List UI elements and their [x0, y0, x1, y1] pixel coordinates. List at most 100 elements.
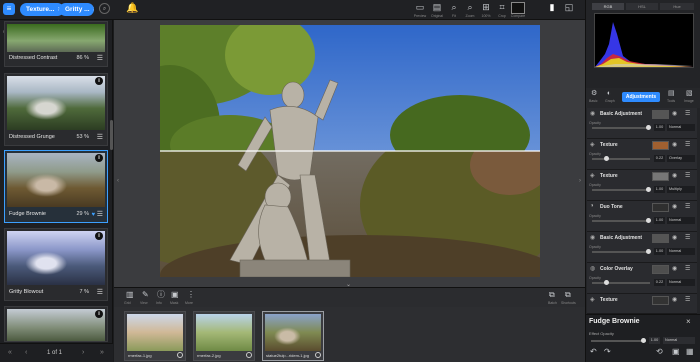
- filter-button[interactable]: ≡: [3, 3, 15, 15]
- opacity-value[interactable]: 1.00: [654, 124, 665, 131]
- layer-swatch[interactable]: [652, 296, 669, 305]
- shortcuts-icon[interactable]: ⧉: [565, 291, 571, 299]
- menu-icon[interactable]: ☰: [685, 265, 690, 272]
- filter-chip[interactable]: Gritty ...×: [59, 3, 94, 16]
- blend-mode-select[interactable]: Normal: [667, 248, 695, 255]
- layer-item[interactable]: ◈ Texture ◉ ☰ Opacity 0.22 Overlay: [587, 139, 697, 170]
- opacity-value[interactable]: 1.00: [654, 186, 665, 193]
- close-icon[interactable]: ×: [90, 3, 94, 16]
- menu-icon[interactable]: ☰: [685, 296, 690, 303]
- preview-icon[interactable]: ▭: [413, 2, 427, 14]
- menu-icon[interactable]: ☰: [685, 234, 690, 241]
- pen-icon[interactable]: ✎: [142, 291, 149, 299]
- slider-handle[interactable]: [646, 249, 651, 254]
- effect-mode-select[interactable]: Normal: [663, 337, 695, 344]
- tab-hue[interactable]: Hue: [660, 3, 694, 10]
- search-icon[interactable]: ⌕: [99, 3, 110, 14]
- eye-icon[interactable]: ◉: [672, 110, 677, 117]
- info-icon[interactable]: i: [95, 310, 103, 318]
- eye-icon[interactable]: ◉: [672, 203, 677, 210]
- grid-icon[interactable]: ▥: [126, 291, 134, 299]
- filter-chip[interactable]: Texture...×: [20, 3, 64, 16]
- save-icon[interactable]: ▣: [672, 348, 680, 356]
- eye-icon[interactable]: ◉: [672, 141, 677, 148]
- last-page-button[interactable]: »: [100, 349, 104, 356]
- graph-icon[interactable]: ◐: [607, 90, 611, 97]
- blend-mode-select[interactable]: Normal: [667, 124, 695, 131]
- redo-icon[interactable]: ↷: [604, 348, 611, 356]
- preset-thumb-selected[interactable]: i Fudge Brownie 29 % ♥ ☰: [4, 150, 108, 223]
- layer-swatch[interactable]: [652, 234, 669, 243]
- info-icon[interactable]: i: [95, 154, 103, 162]
- tab-rgb[interactable]: RGB: [592, 3, 624, 10]
- opacity-value[interactable]: 1.00: [654, 248, 665, 255]
- info-icon[interactable]: i: [95, 77, 103, 85]
- next-page-button[interactable]: ›: [82, 349, 84, 356]
- tab-hsl[interactable]: HSL: [626, 3, 658, 10]
- check-icon[interactable]: [177, 352, 183, 358]
- menu-icon[interactable]: ☰: [97, 210, 103, 218]
- slider-handle[interactable]: [646, 218, 651, 223]
- layer-item[interactable]: ◈ Texture ◉ ☰: [587, 294, 697, 314]
- collapse-left-icon[interactable]: ‹: [117, 178, 119, 184]
- layer-swatch[interactable]: [652, 141, 669, 150]
- blend-mode-select[interactable]: Overlay: [667, 155, 695, 162]
- preset-thumb[interactable]: i: [4, 306, 108, 342]
- menu-icon[interactable]: ☰: [685, 172, 690, 179]
- eye-icon[interactable]: ◉: [672, 172, 677, 179]
- layer-item[interactable]: ◑ Duo Tone ◉ ☰ Opacity 1.00 Normal: [587, 201, 697, 232]
- eye-icon[interactable]: ◉: [672, 234, 677, 241]
- effect-opacity-value[interactable]: 1.00: [649, 337, 660, 344]
- eye-icon[interactable]: ◉: [672, 296, 677, 303]
- layer-swatch[interactable]: [652, 172, 669, 181]
- preset-thumb[interactable]: i Distressed Grunge 53 % ☰: [4, 73, 108, 146]
- close-icon[interactable]: ×: [686, 317, 691, 326]
- blend-mode-select[interactable]: Normal: [667, 217, 695, 224]
- more-icon[interactable]: ⋮: [187, 291, 195, 299]
- zoom-in-icon[interactable]: ⌕: [463, 2, 477, 14]
- menu-icon[interactable]: ☰: [97, 54, 103, 62]
- layer-swatch[interactable]: [652, 110, 669, 119]
- opacity-value[interactable]: 1.00: [654, 217, 665, 224]
- slider-handle[interactable]: [646, 125, 651, 130]
- check-icon[interactable]: [246, 352, 252, 358]
- film-item-selected[interactable]: statue2tulp...ridem-1.jpg: [262, 311, 324, 361]
- menu-icon[interactable]: ☰: [685, 203, 690, 210]
- layer-item[interactable]: ◈ Texture ◉ ☰ Opacity 1.00 Multiply: [587, 170, 697, 201]
- crop-icon[interactable]: ⌗: [495, 2, 509, 14]
- opacity-slider[interactable]: [592, 280, 650, 285]
- collapse-right-icon[interactable]: ›: [579, 178, 581, 184]
- tab-adjustments[interactable]: Adjustments: [622, 92, 660, 102]
- layer-item[interactable]: ◉ Basic Adjustment ◉ ☰ Opacity 1.00 Norm…: [587, 108, 697, 139]
- menu-icon[interactable]: ☰: [685, 141, 690, 148]
- layer-swatch[interactable]: [652, 203, 669, 212]
- opacity-value[interactable]: 0.22: [654, 279, 665, 286]
- zoom-100-icon[interactable]: ⊞: [479, 2, 493, 14]
- photo-canvas[interactable]: [160, 25, 540, 277]
- slider-handle[interactable]: [646, 187, 651, 192]
- batch-icon[interactable]: ⧉: [549, 291, 555, 299]
- layer-item[interactable]: ◍ Color Overlay ◉ ☰ Opacity 0.22 Normal: [587, 263, 697, 294]
- effect-opacity-slider[interactable]: [591, 338, 646, 343]
- scrollbar[interactable]: [110, 120, 113, 150]
- blend-mode-select[interactable]: Normal: [667, 279, 695, 286]
- mask-icon[interactable]: ▣: [171, 291, 179, 299]
- favorite-icon[interactable]: ♥: [91, 212, 95, 218]
- opacity-slider[interactable]: [592, 156, 650, 161]
- opacity-slider[interactable]: [592, 218, 651, 223]
- opacity-slider[interactable]: [592, 125, 651, 130]
- info-icon[interactable]: ⓘ: [157, 291, 165, 299]
- slider-handle[interactable]: [604, 156, 609, 161]
- zoom-fit-icon[interactable]: ⌕: [447, 2, 461, 14]
- preset-thumb[interactable]: Distressed Contrast 86 % ☰: [4, 21, 108, 67]
- slider-handle[interactable]: [641, 338, 646, 343]
- reset-icon[interactable]: ⟲: [656, 348, 663, 356]
- opacity-slider[interactable]: [592, 187, 651, 192]
- export-icon[interactable]: ▦: [686, 348, 694, 356]
- image-icon[interactable]: ▧: [686, 90, 693, 97]
- opacity-value[interactable]: 0.22: [654, 155, 665, 162]
- undo-icon[interactable]: ↶: [590, 348, 597, 356]
- export-icon[interactable]: ◱: [562, 2, 576, 14]
- prev-page-button[interactable]: ‹: [25, 349, 27, 356]
- menu-icon[interactable]: ☰: [97, 133, 103, 141]
